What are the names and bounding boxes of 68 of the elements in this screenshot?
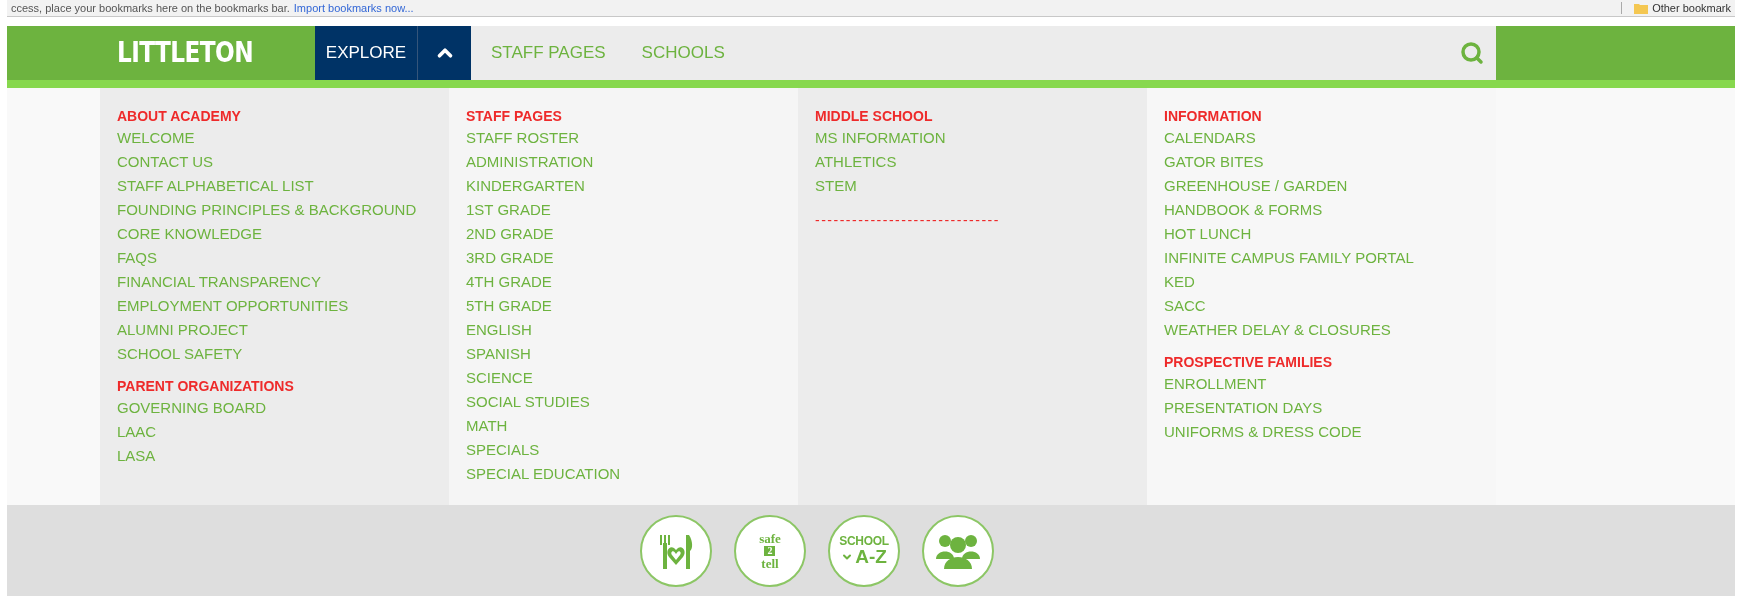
group-icon [936, 532, 980, 569]
menu-link[interactable]: 1ST GRADE [466, 198, 798, 222]
menu-link[interactable]: 2ND GRADE [466, 222, 798, 246]
menu-link[interactable]: GATOR BITES [1164, 150, 1496, 174]
bookmarks-message: ccess, place your bookmarks here on the bookmarks bar. [11, 0, 290, 16]
menu-link[interactable]: EMPLOYMENT OPPORTUNITIES [117, 294, 449, 318]
menu-link[interactable]: SPECIALS [466, 438, 798, 462]
menu-link[interactable]: FAQS [117, 246, 449, 270]
menu-link[interactable]: FOUNDING PRINCIPLES & BACKGROUND [117, 198, 449, 222]
logo-text: safe [759, 531, 781, 545]
menu-link[interactable]: SPANISH [466, 342, 798, 366]
nav-link[interactable]: STAFF PAGES [491, 40, 606, 66]
menu-link[interactable]: 4TH GRADE [466, 270, 798, 294]
logo-text: SCHOOL [839, 535, 889, 547]
menu-link[interactable]: WEATHER DELAY & CLOSURES [1164, 318, 1496, 342]
menu-link[interactable]: LASA [117, 444, 449, 468]
menu-link[interactable]: 5TH GRADE [466, 294, 798, 318]
collapse-toggle[interactable] [418, 26, 471, 80]
menu-link[interactable]: ADMINISTRATION [466, 150, 798, 174]
logo-text: A-Z [855, 547, 887, 566]
menu-link[interactable]: KED [1164, 270, 1496, 294]
menu-link[interactable]: LAAC [117, 420, 449, 444]
menu-link[interactable]: UNIFORMS & DRESS CODE [1164, 420, 1496, 444]
site-logo[interactable]: LITTLETON [117, 31, 253, 75]
menu-link[interactable]: MATH [466, 414, 798, 438]
menu-link[interactable]: HOT LUNCH [1164, 222, 1496, 246]
menu-link[interactable]: CONTACT US [117, 150, 449, 174]
menu-link[interactable]: ATHLETICS [815, 150, 1147, 174]
other-bookmarks-link[interactable]: Other bookmark [1652, 0, 1731, 17]
menu-link[interactable]: STAFF ROSTER [466, 126, 798, 150]
menu-link[interactable]: ENROLLMENT [1164, 372, 1496, 396]
menu-link[interactable]: STAFF ALPHABETICAL LIST [117, 174, 449, 198]
menu-heading: PARENT ORGANIZATIONS [117, 377, 295, 396]
menu-link[interactable]: GOVERNING BOARD [117, 396, 449, 420]
import-bookmarks-link[interactable]: Import bookmarks now... [293, 0, 414, 17]
menu-link[interactable]: ALUMNI PROJECT [117, 318, 449, 342]
menu-link[interactable]: MS INFORMATION [815, 126, 1147, 150]
menu-heading: STAFF PAGES [466, 107, 563, 126]
menu-link[interactable]: PRESENTATION DAYS [1164, 396, 1496, 420]
menu-link[interactable]: SOCIAL STUDIES [466, 390, 798, 414]
menu-link[interactable]: GREENHOUSE / GARDEN [1164, 174, 1496, 198]
menu-heading: PROSPECTIVE FAMILIES [1164, 353, 1334, 372]
menu-link[interactable]: CALENDARS [1164, 126, 1496, 150]
dashed-rule-text: ------------------------------ [815, 212, 1001, 228]
folder-icon [1634, 2, 1649, 14]
menu-link[interactable]: FINANCIAL TRANSPARENCY [117, 270, 449, 294]
logo-text: 2 [764, 545, 776, 556]
menu-link[interactable]: 3RD GRADE [466, 246, 798, 270]
logo-text: tell [761, 556, 779, 570]
search-icon[interactable] [1460, 41, 1484, 65]
menu-heading: INFORMATION [1164, 107, 1263, 126]
footer-badge-link[interactable]: SCHOOL A-Z [828, 514, 900, 587]
menu-link[interactable]: STEM [815, 174, 1147, 198]
nav-link[interactable]: SCHOOLS [641, 40, 725, 66]
menu-link[interactable]: SPECIAL EDUCATION [466, 462, 798, 486]
menu-link[interactable]: WELCOME [117, 126, 449, 150]
menu-link[interactable]: INFINITE CAMPUS FAMILY PORTAL [1164, 246, 1496, 270]
menu-heading: ABOUT ACADEMY [117, 107, 242, 126]
explore-button[interactable]: EXPLORE [315, 26, 418, 80]
menu-link[interactable]: ENGLISH [466, 318, 798, 342]
menu-link[interactable]: HANDBOOK & FORMS [1164, 198, 1496, 222]
menu-link[interactable]: SACC [1164, 294, 1496, 318]
menu-heading: MIDDLE SCHOOL [815, 107, 934, 126]
footer-badge-link[interactable]: safe 2 tell [734, 514, 806, 587]
menu-link[interactable]: CORE KNOWLEDGE [117, 222, 449, 246]
menu-link[interactable]: SCIENCE [466, 366, 798, 390]
menu-link[interactable]: KINDERGARTEN [466, 174, 798, 198]
menu-link[interactable]: SCHOOL SAFETY [117, 342, 449, 366]
